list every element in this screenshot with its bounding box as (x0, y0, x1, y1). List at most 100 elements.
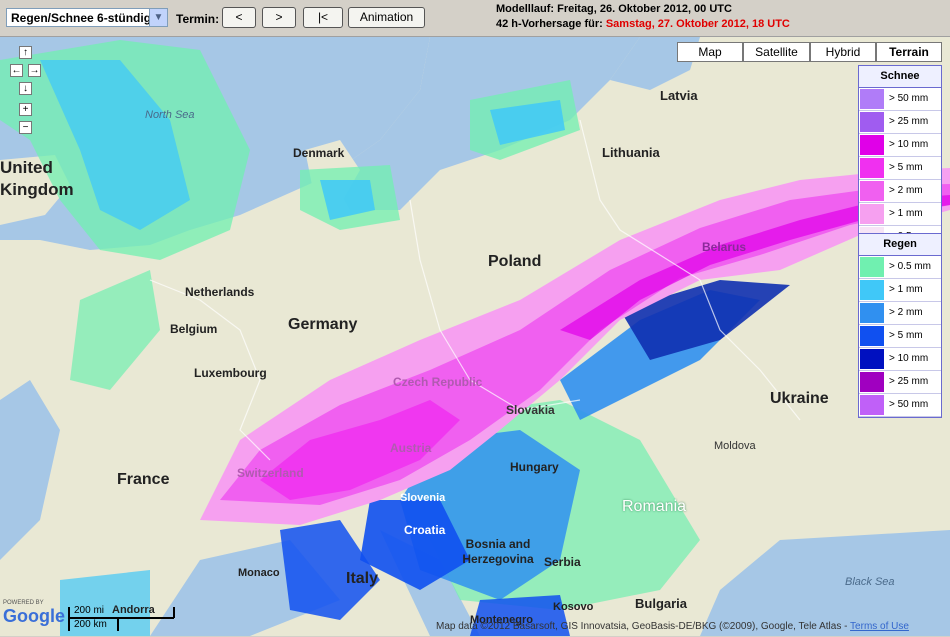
map-label-germany: Germany (288, 316, 358, 333)
legend-row: > 25 mm (859, 111, 941, 134)
map-canvas[interactable]: North Sea United Kingdom Denmark Netherl… (0, 37, 950, 636)
legend-label: > 2 mm (889, 185, 923, 196)
legend-row: > 50 mm (859, 394, 941, 417)
map-label-north-sea: North Sea (145, 109, 195, 121)
legend-swatch (860, 372, 884, 392)
scale-km: 200 km (74, 619, 107, 630)
map-label-luxembourg: Luxembourg (194, 366, 267, 380)
legend-snow: Schnee > 50 mm > 25 mm > 10 mm > 5 mm > 2 mm… (858, 65, 942, 250)
legend-row: > 2 mm (859, 302, 941, 325)
maptype-hybrid[interactable]: Hybrid (810, 42, 876, 62)
legend-swatch (860, 112, 884, 132)
zoom-out-icon[interactable]: − (19, 121, 32, 134)
maptype-map[interactable]: Map (677, 42, 743, 62)
next-button[interactable]: > (262, 7, 296, 28)
legend-snow-title: Schnee (859, 66, 941, 88)
map-label-united-kingdom: United Kingdom (0, 158, 74, 199)
product-select[interactable]: Regen/Schnee 6-stündig ▼ (6, 8, 168, 27)
copyright: Map data ©2012 Basarsoft, GIS Innovatsia… (436, 621, 909, 632)
forecast-prefix: 42 h-Vorhersage für: (496, 18, 603, 30)
maptype-terrain[interactable]: Terrain (876, 42, 942, 62)
legend-swatch (860, 257, 884, 277)
legend-row: > 1 mm (859, 279, 941, 302)
legend-label: > 10 mm (889, 353, 929, 364)
legend-rain-title: Regen (859, 234, 941, 256)
zoom-in-icon[interactable]: + (19, 103, 32, 116)
legend-label: > 25 mm (889, 116, 929, 127)
map-label-switzerland: Switzerland (237, 466, 304, 480)
legend-row: > 25 mm (859, 371, 941, 394)
legend-row: > 5 mm (859, 157, 941, 180)
legend-label: > 5 mm (889, 162, 923, 173)
legend-row: > 0.5 mm (859, 256, 941, 279)
pan-right-icon[interactable]: → (28, 64, 41, 77)
map-label-latvia: Latvia (660, 88, 698, 103)
legend-row: > 1 mm (859, 203, 941, 226)
legend-swatch (860, 326, 884, 346)
map-label-slovakia: Slovakia (506, 403, 555, 417)
forecast-time: Samstag, 27. Oktober 2012, 18 UTC (605, 18, 790, 30)
map-label-czech-republic: Czech Republic (393, 375, 483, 389)
legend-label: > 1 mm (889, 284, 923, 295)
termin-label: Termin: (176, 12, 220, 26)
prev-button[interactable]: < (222, 7, 256, 28)
first-button[interactable]: |< (303, 7, 343, 28)
map-label-black-sea: Black Sea (845, 576, 895, 588)
product-select-value: Regen/Schnee 6-stündig (11, 11, 152, 25)
model-run-text: Modelllauf: Freitag, 26. Oktober 2012, 0… (496, 3, 732, 15)
legend-label: > 2 mm (889, 307, 923, 318)
toolbar: Regen/Schnee 6-stündig ▼ Termin: < > |< … (0, 0, 950, 37)
legend-label: > 0.5 mm (889, 261, 931, 272)
legend-swatch (860, 158, 884, 178)
pan-left-icon[interactable]: ← (10, 64, 23, 77)
forecast-text: 42 h-Vorhersage für: Samstag, 27. Oktobe… (496, 18, 790, 30)
map-label-denmark: Denmark (293, 146, 345, 160)
map-label-france: France (117, 471, 170, 488)
legend-label: > 50 mm (889, 399, 929, 410)
map-label-serbia: Serbia (544, 555, 581, 569)
scale-bar: 200 mi 200 km (68, 605, 176, 632)
legend-swatch (860, 135, 884, 155)
legend-swatch (860, 89, 884, 109)
legend-row: > 10 mm (859, 348, 941, 371)
terms-of-use-link[interactable]: Terms of Use (850, 621, 909, 632)
maptype-satellite[interactable]: Satellite (743, 42, 810, 62)
map-label-ukraine: Ukraine (770, 390, 829, 407)
legend-label: > 25 mm (889, 376, 929, 387)
animation-button[interactable]: Animation (348, 7, 425, 28)
legend-label: > 50 mm (889, 93, 929, 104)
legend-swatch (860, 280, 884, 300)
legend-label: > 10 mm (889, 139, 929, 150)
map-label-slovenia: Slovenia (400, 492, 446, 504)
map-label-belgium: Belgium (170, 322, 218, 336)
map-label-austria: Austria (390, 441, 432, 455)
legend-swatch (860, 349, 884, 369)
map-label-moldova: Moldova (714, 440, 756, 452)
legend-swatch (860, 395, 884, 415)
legend-label: > 1 mm (889, 208, 923, 219)
map-label-bulgaria: Bulgaria (635, 596, 688, 611)
pan-down-icon[interactable]: ↓ (19, 82, 32, 95)
map-label-belarus: Belarus (702, 240, 747, 254)
legend-row: > 10 mm (859, 134, 941, 157)
pan-up-icon[interactable]: ↑ (19, 46, 32, 59)
copyright-text: Map data ©2012 Basarsoft, GIS Innovatsia… (436, 621, 848, 632)
map-label-poland: Poland (488, 253, 542, 270)
legend-swatch (860, 181, 884, 201)
legend-swatch (860, 303, 884, 323)
google-wordmark: Google (3, 606, 65, 626)
map-label-hungary: Hungary (510, 460, 559, 474)
scale-mi: 200 mi (74, 605, 105, 616)
google-logo[interactable]: POWERED BY Google (3, 600, 65, 626)
legend-label: > 5 mm (889, 330, 923, 341)
legend-row: > 2 mm (859, 180, 941, 203)
map-label-monaco: Monaco (238, 567, 280, 579)
chevron-down-icon[interactable]: ▼ (149, 9, 167, 26)
map-label-netherlands: Netherlands (185, 285, 255, 299)
map-label-bosnia: Bosnia and Herzegovina (462, 537, 534, 566)
legend-rain: Regen > 0.5 mm > 1 mm > 2 mm > 5 mm > 10 mm >… (858, 233, 942, 418)
map-label-italy: Italy (346, 570, 379, 587)
legend-row: > 50 mm (859, 88, 941, 111)
legend-swatch (860, 204, 884, 224)
map-label-lithuania: Lithuania (602, 145, 660, 160)
